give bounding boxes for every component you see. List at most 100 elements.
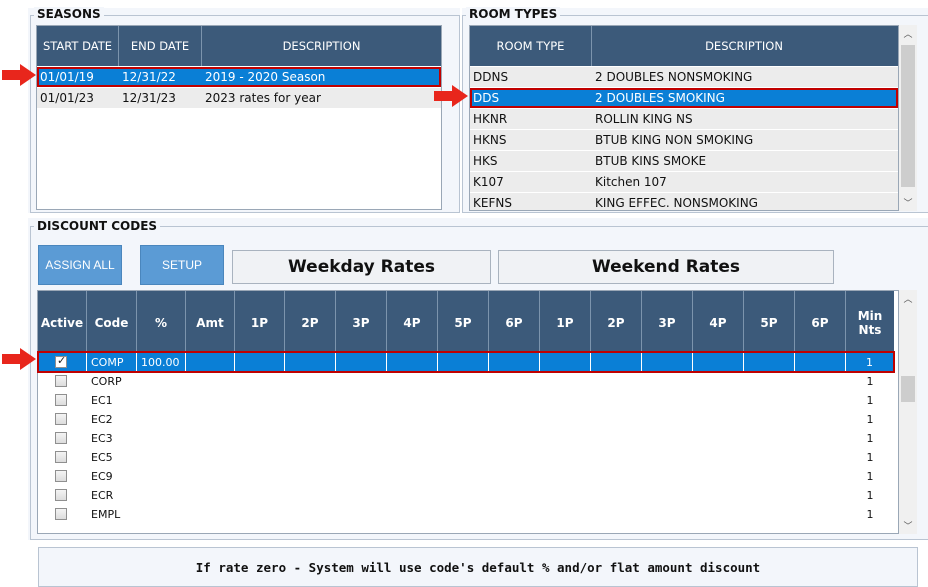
rate-cell[interactable] xyxy=(693,504,744,524)
rate-cell[interactable] xyxy=(693,390,744,410)
rate-cell[interactable] xyxy=(693,485,744,505)
rate-cell[interactable] xyxy=(693,428,744,448)
active-checkbox[interactable] xyxy=(55,394,67,406)
rate-cell[interactable] xyxy=(186,409,235,429)
rate-cell[interactable] xyxy=(642,485,693,505)
rate-cell[interactable] xyxy=(387,409,438,429)
rate-cell[interactable] xyxy=(540,409,591,429)
rate-cell[interactable] xyxy=(336,409,387,429)
rate-cell[interactable] xyxy=(438,447,489,467)
rate-cell[interactable] xyxy=(489,504,540,524)
room-types-grid[interactable]: ROOM TYPE DESCRIPTION DDNS 2 DOUBLES NONS… xyxy=(469,25,899,211)
rate-cell[interactable] xyxy=(591,504,642,524)
rate-cell[interactable] xyxy=(387,390,438,410)
rate-cell[interactable] xyxy=(591,409,642,429)
min-nights[interactable]: 1 xyxy=(846,390,894,410)
assign-all-button[interactable]: ASSIGN ALL xyxy=(38,245,122,285)
rate-cell[interactable] xyxy=(285,466,336,486)
discount-percent[interactable] xyxy=(137,485,186,505)
discount-col-we-3p[interactable]: 3P xyxy=(642,291,693,354)
discount-percent[interactable] xyxy=(137,390,186,410)
rate-cell[interactable] xyxy=(235,390,285,410)
checked-checkbox[interactable] xyxy=(55,354,67,368)
min-nights[interactable]: 1 xyxy=(846,428,894,448)
rate-cell[interactable] xyxy=(744,428,795,448)
rate-cell[interactable] xyxy=(540,447,591,467)
rate-cell[interactable] xyxy=(642,390,693,410)
rate-cell[interactable] xyxy=(186,485,235,505)
room-type-row[interactable]: KEFNS KING EFFEC. NONSMOKING xyxy=(470,193,898,210)
rate-cell[interactable] xyxy=(235,371,285,391)
rate-cell[interactable] xyxy=(438,466,489,486)
rate-cell[interactable] xyxy=(285,504,336,524)
rate-cell[interactable] xyxy=(489,352,540,372)
rate-cell[interactable] xyxy=(795,485,846,505)
rate-cell[interactable] xyxy=(489,485,540,505)
rate-cell[interactable] xyxy=(540,485,591,505)
rate-cell[interactable] xyxy=(693,447,744,467)
rate-cell[interactable] xyxy=(285,447,336,467)
room-type-row[interactable]: HKNS BTUB KING NON SMOKING xyxy=(470,130,898,150)
rate-cell[interactable] xyxy=(795,428,846,448)
min-nights[interactable]: 1 xyxy=(846,371,894,391)
rate-cell[interactable] xyxy=(438,428,489,448)
rate-cell[interactable] xyxy=(744,504,795,524)
rate-cell[interactable] xyxy=(795,504,846,524)
scroll-up-icon[interactable]: ︿ xyxy=(899,27,917,40)
scroll-thumb[interactable] xyxy=(901,45,915,187)
rate-cell[interactable] xyxy=(795,409,846,429)
rate-cell[interactable] xyxy=(438,409,489,429)
discount-col-wd-3p[interactable]: 3P xyxy=(336,291,387,354)
rate-cell[interactable] xyxy=(744,466,795,486)
rate-cell[interactable] xyxy=(285,428,336,448)
rate-cell[interactable] xyxy=(387,504,438,524)
rate-cell[interactable] xyxy=(186,390,235,410)
discount-code-row[interactable]: EC2 1 xyxy=(38,409,894,429)
discount-code-row[interactable]: EC9 1 xyxy=(38,466,894,486)
discount-col-min-nights[interactable]: Min Nts xyxy=(846,291,894,354)
discount-percent[interactable] xyxy=(137,447,186,467)
discount-col-wd-2p[interactable]: 2P xyxy=(285,291,336,354)
rate-cell[interactable] xyxy=(795,466,846,486)
rate-cell[interactable] xyxy=(489,447,540,467)
rate-cell[interactable] xyxy=(438,390,489,410)
rate-cell[interactable] xyxy=(387,447,438,467)
seasons-col-start-date[interactable]: START DATE xyxy=(37,26,119,66)
discount-col-wd-6p[interactable]: 6P xyxy=(489,291,540,354)
room-type-row[interactable]: HKS BTUB KINS SMOKE xyxy=(470,151,898,171)
rate-cell[interactable] xyxy=(540,428,591,448)
discount-col-wd-1p[interactable]: 1P xyxy=(235,291,285,354)
discount-percent[interactable] xyxy=(137,409,186,429)
rate-cell[interactable] xyxy=(285,352,336,372)
discount-percent[interactable] xyxy=(137,466,186,486)
rate-cell[interactable] xyxy=(387,352,438,372)
rate-cell[interactable] xyxy=(438,485,489,505)
rate-cell[interactable] xyxy=(336,504,387,524)
rate-cell[interactable] xyxy=(693,371,744,391)
rate-cell[interactable] xyxy=(235,447,285,467)
discount-code-row[interactable]: EC3 1 xyxy=(38,428,894,448)
rate-cell[interactable] xyxy=(235,485,285,505)
discount-code-row[interactable]: EC1 1 xyxy=(38,390,894,410)
active-checkbox[interactable] xyxy=(55,375,67,387)
room-type-row[interactable]: DDS 2 DOUBLES SMOKING xyxy=(470,88,898,108)
rate-cell[interactable] xyxy=(235,466,285,486)
rate-cell[interactable] xyxy=(387,466,438,486)
scroll-down-icon[interactable]: ﹀ xyxy=(899,519,917,532)
rate-cell[interactable] xyxy=(795,352,846,372)
discount-col-percent[interactable]: % xyxy=(137,291,186,354)
room-type-row[interactable]: HKNR ROLLIN KING NS xyxy=(470,109,898,129)
discount-code-row[interactable]: CORP 1 xyxy=(38,371,894,391)
discount-col-wd-4p[interactable]: 4P xyxy=(387,291,438,354)
rate-cell[interactable] xyxy=(591,352,642,372)
discount-percent[interactable]: 100.00 xyxy=(137,352,186,372)
discount-code-row[interactable]: EC5 1 xyxy=(38,447,894,467)
discount-percent[interactable] xyxy=(137,371,186,391)
rate-cell[interactable] xyxy=(235,409,285,429)
rate-cell[interactable] xyxy=(744,409,795,429)
rate-cell[interactable] xyxy=(336,485,387,505)
discount-col-code[interactable]: Code xyxy=(87,291,137,354)
rate-cell[interactable] xyxy=(438,504,489,524)
setup-button[interactable]: SETUP xyxy=(140,245,224,285)
rate-cell[interactable] xyxy=(591,390,642,410)
